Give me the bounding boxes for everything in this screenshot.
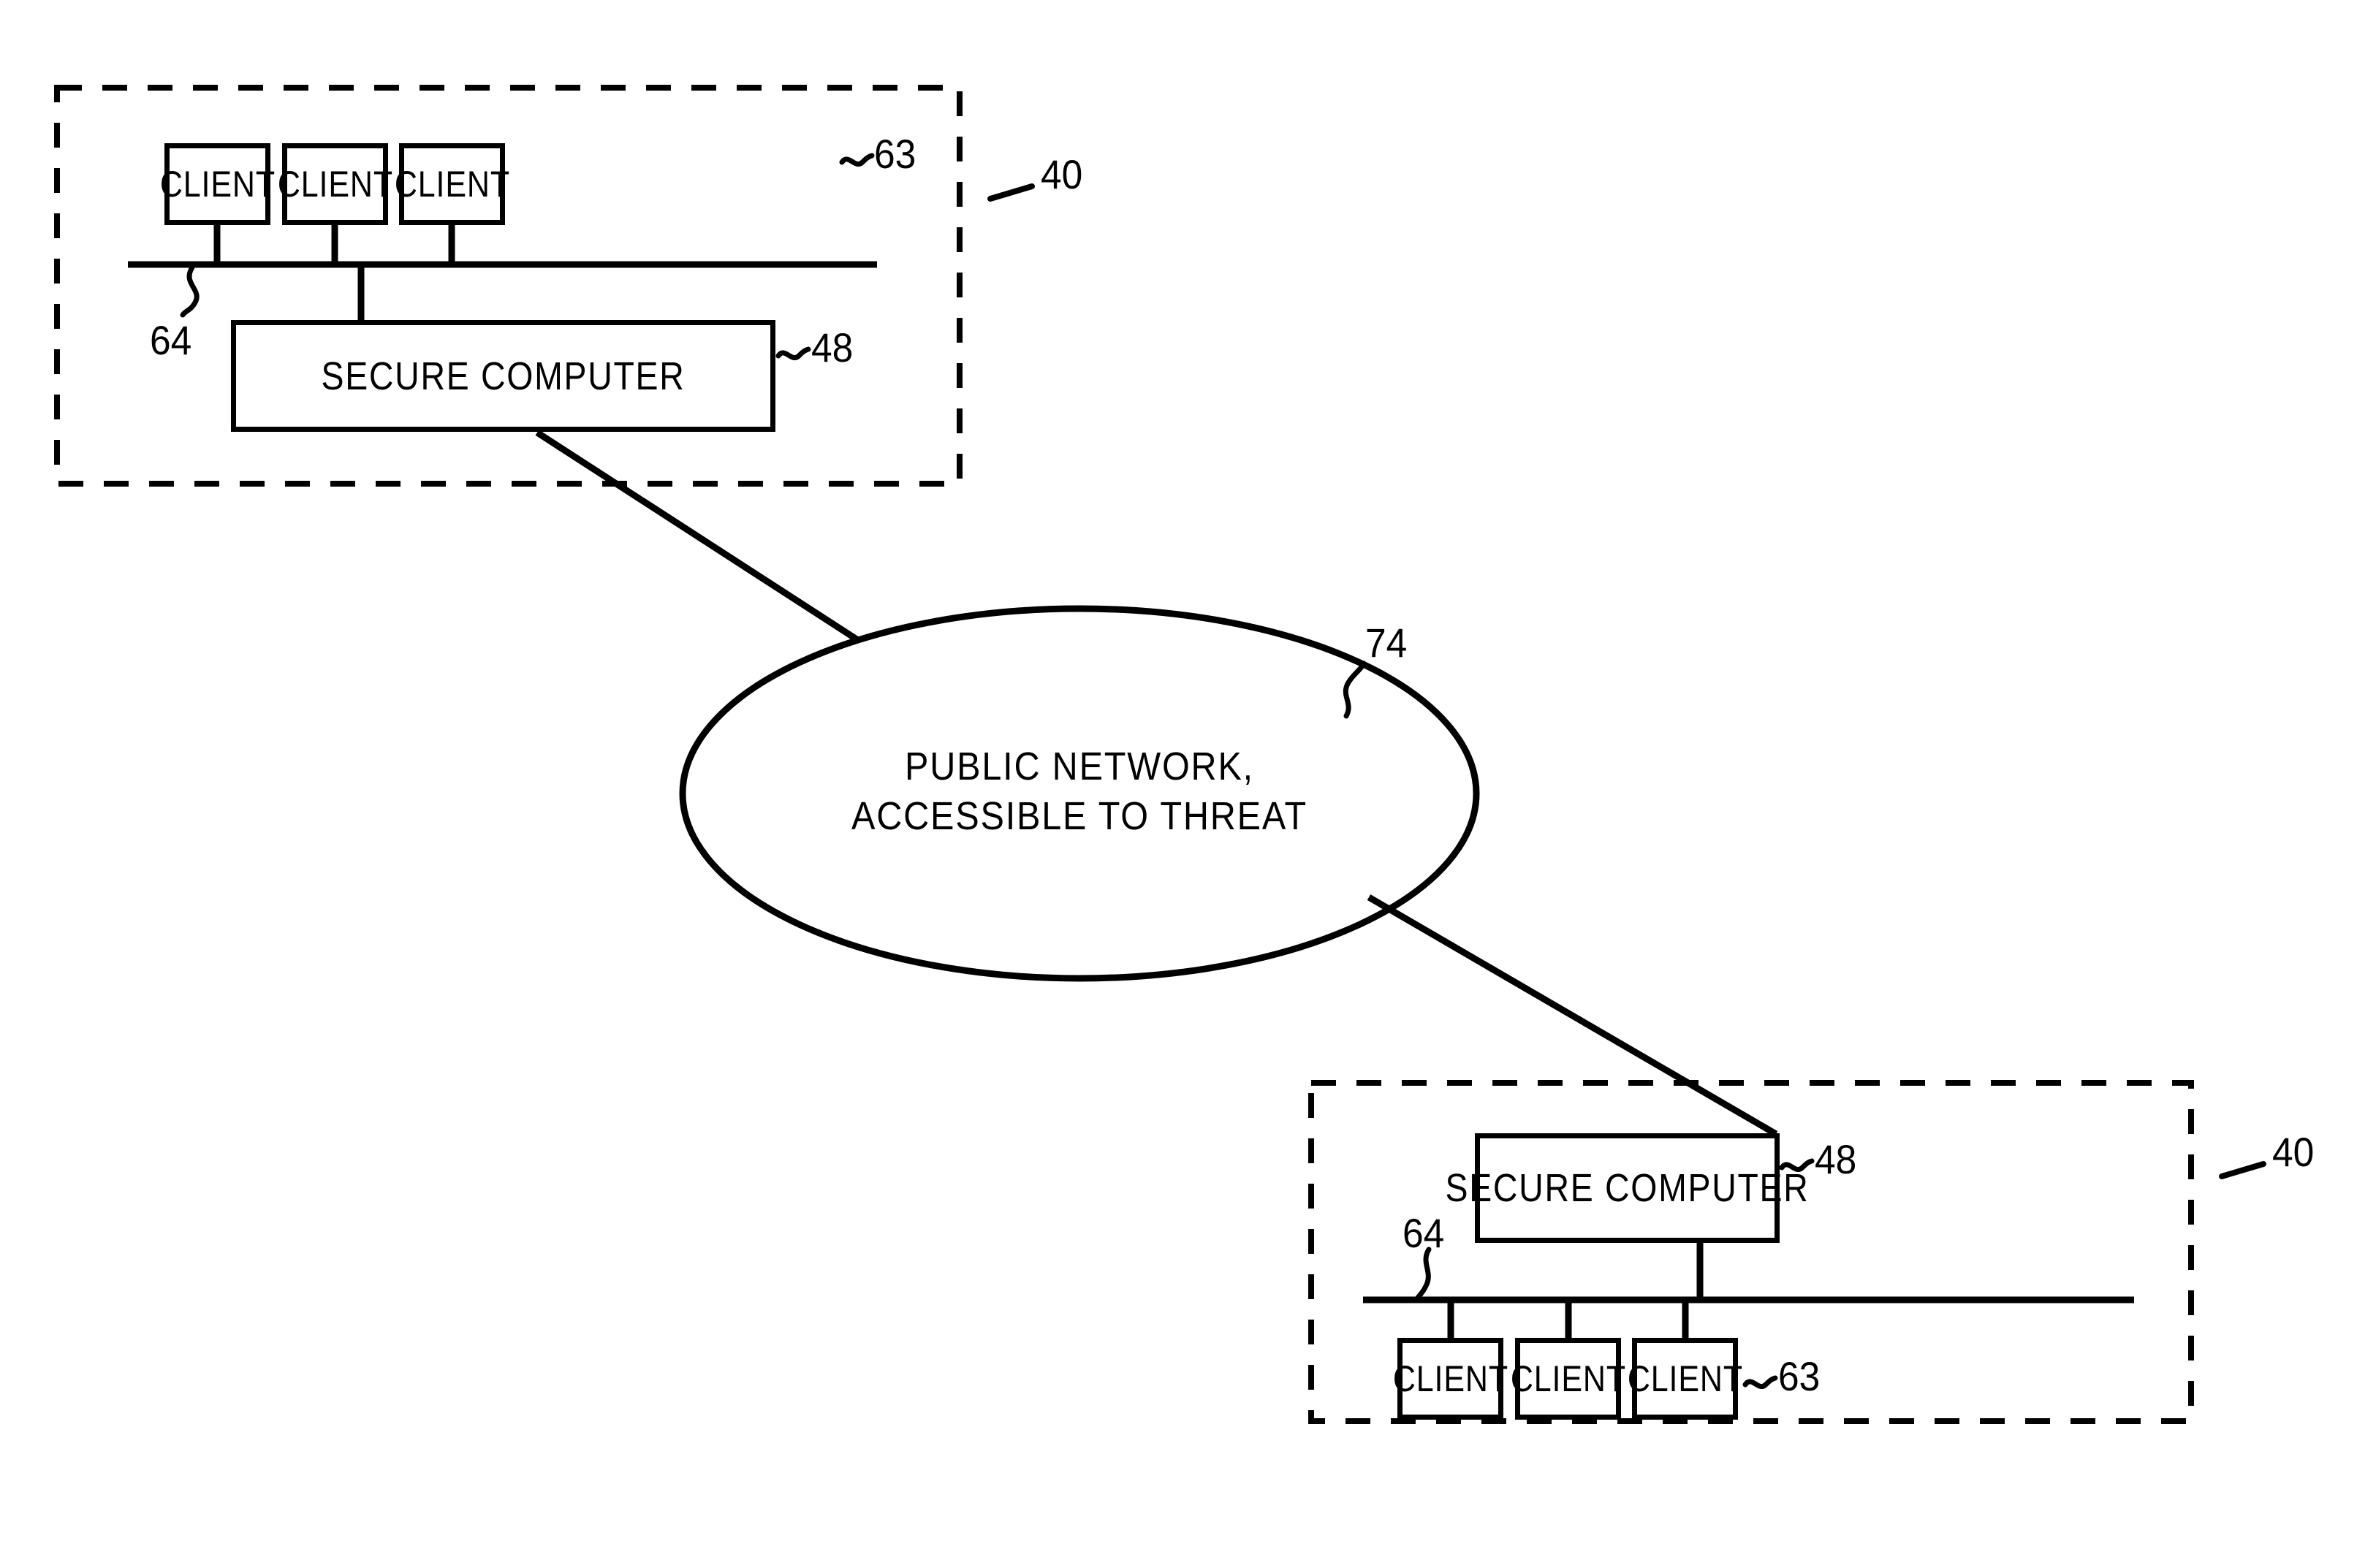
top-client-1-label: CLIENT: [159, 164, 276, 205]
top-site-reference-numeral: 40: [1041, 151, 1083, 197]
bottom-client-2[interactable]: CLIENT: [1510, 1338, 1625, 1420]
public-network-label-line-1: PUBLIC NETWORK,: [905, 745, 1254, 788]
bottom-secure-computer[interactable]: SECURE COMPUTER: [1446, 1133, 1808, 1243]
bottom-clients-leader: [1742, 1375, 1778, 1389]
public-network-reference-numeral: 74: [1365, 620, 1408, 666]
public-network-label: PUBLIC NETWORK, ACCESSIBLE TO THREAT: [714, 742, 1445, 841]
top-site-leader: [987, 183, 1035, 202]
top-client-3-label: CLIENT: [394, 164, 510, 205]
bottom-secure-computer-label: SECURE COMPUTER: [1445, 1166, 1810, 1210]
public-network-label-line-2: ACCESSIBLE TO THREAT: [851, 793, 1307, 838]
top-secure-computer-leader: [775, 346, 811, 360]
bottom-bus-reference-numeral: 64: [1403, 1210, 1445, 1256]
top-bus-leader: [180, 264, 200, 318]
bottom-client-2-label: CLIENT: [1510, 1358, 1626, 1399]
network-to-bottom-site-link: [1367, 894, 1778, 1137]
top-bus-reference-numeral: 64: [150, 317, 192, 363]
bottom-secure-computer-reference-numeral: 48: [1815, 1136, 1857, 1182]
top-secure-computer-reference-numeral: 48: [811, 324, 854, 370]
top-client-1[interactable]: CLIENT: [159, 143, 275, 225]
top-client-2-label: CLIENT: [277, 164, 393, 205]
bottom-client-3-label: CLIENT: [1627, 1358, 1743, 1399]
top-client-3[interactable]: CLIENT: [394, 143, 509, 225]
top-clients-reference-numeral: 63: [874, 131, 916, 177]
top-secure-computer-label: SECURE COMPUTER: [321, 354, 686, 398]
top-clients-leader: [839, 153, 875, 167]
bottom-client-1[interactable]: CLIENT: [1392, 1338, 1508, 1420]
top-client-2[interactable]: CLIENT: [277, 143, 392, 225]
top-secure-computer[interactable]: SECURE COMPUTER: [231, 320, 775, 432]
top-site-to-network-link: [535, 430, 865, 646]
bottom-client-3[interactable]: CLIENT: [1627, 1338, 1742, 1420]
patent-figure: CLIENT CLIENT CLIENT SECURE COMPUTER 63 …: [0, 0, 2376, 1568]
bottom-client-1-label: CLIENT: [1392, 1358, 1508, 1399]
bottom-site-reference-numeral: 40: [2272, 1129, 2315, 1175]
bottom-site-leader: [2219, 1161, 2266, 1179]
bottom-clients-reference-numeral: 63: [1778, 1353, 1821, 1399]
